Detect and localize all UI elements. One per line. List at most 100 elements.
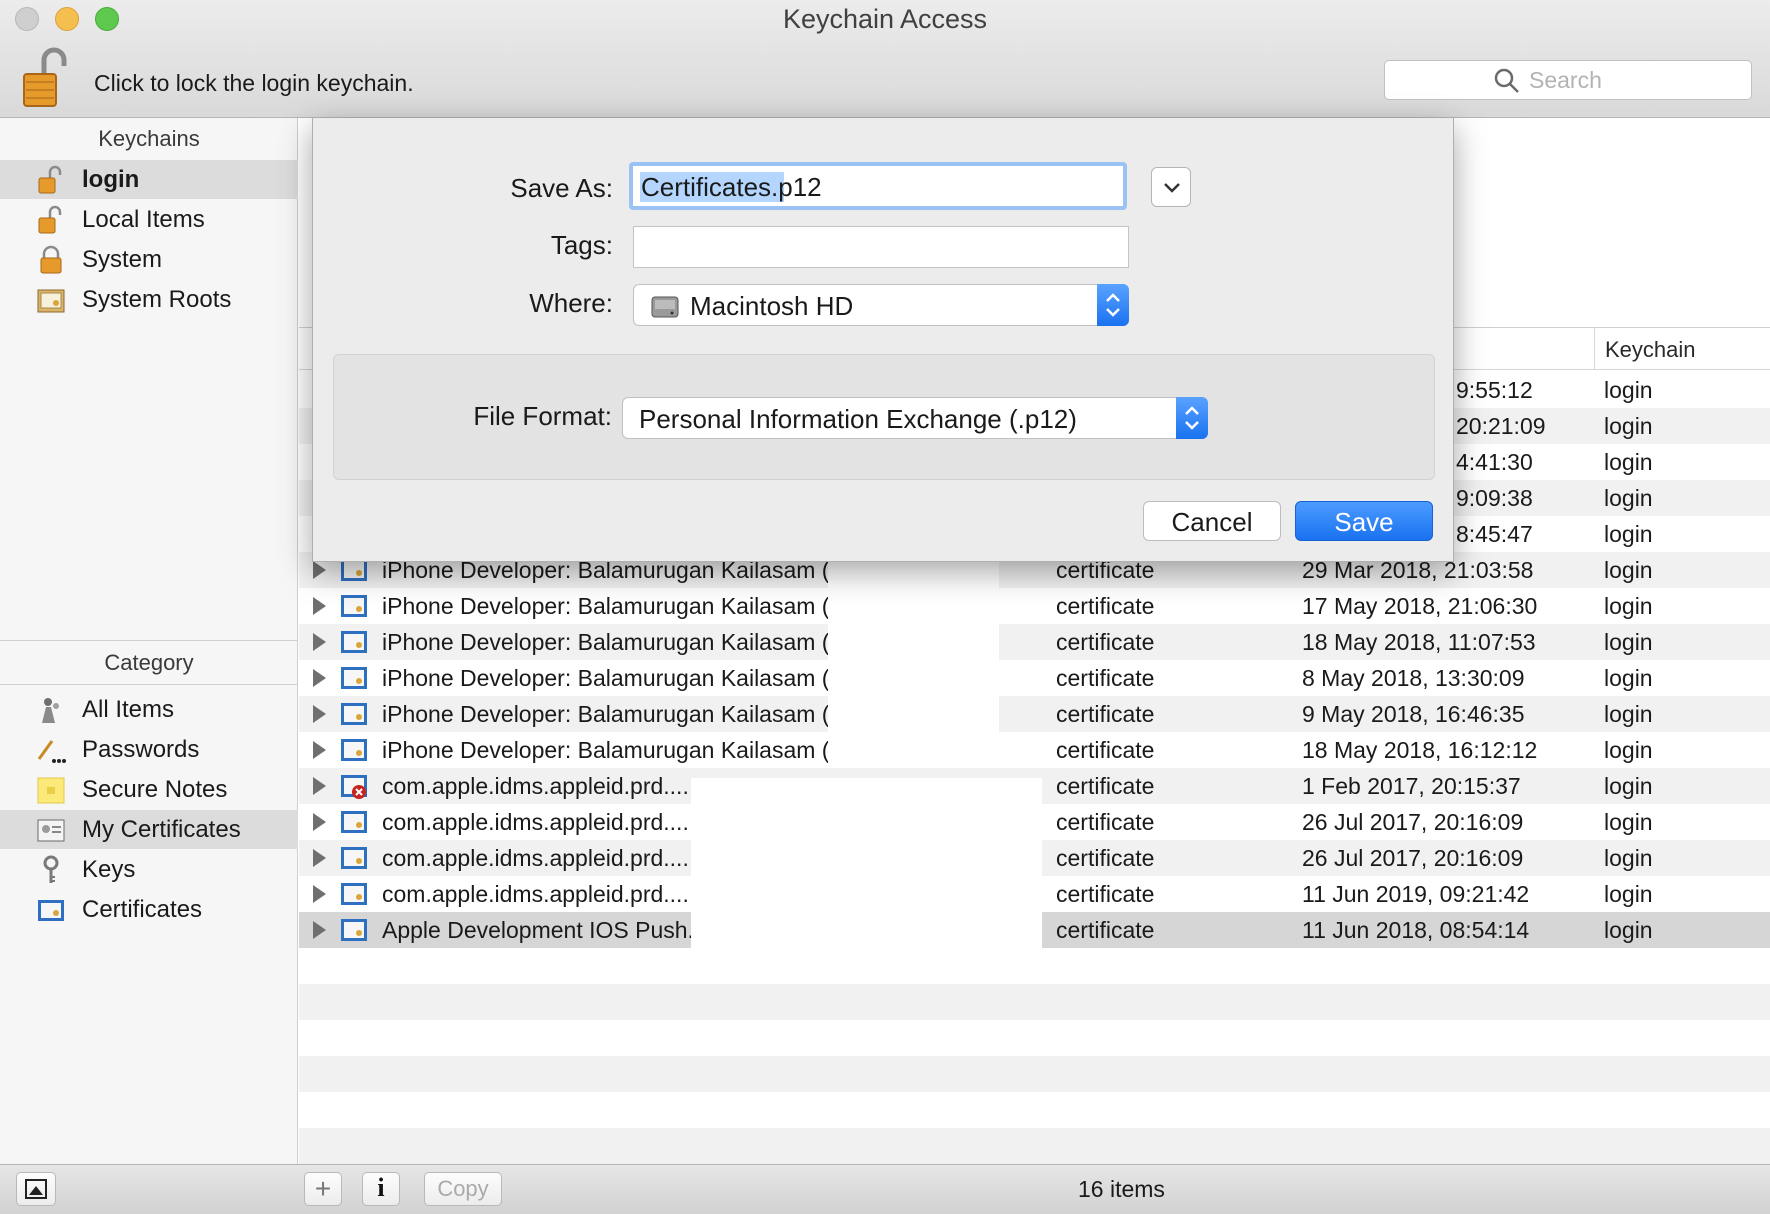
row-keychain: login: [1604, 665, 1653, 691]
row-keychain: login: [1604, 701, 1653, 727]
sidebar-item-label: System: [82, 246, 163, 273]
row-keychain: login: [1604, 629, 1653, 655]
tags-field[interactable]: [633, 226, 1129, 268]
id-certificate-icon: [37, 819, 65, 842]
search-icon: [1494, 68, 1519, 93]
sidebar-item-system[interactable]: System: [0, 240, 298, 279]
chevron-down-icon: [1164, 183, 1180, 193]
certificate-icon: [38, 900, 64, 921]
disclosure-triangle-icon[interactable]: [313, 921, 326, 939]
unlocked-padlock-icon: [38, 205, 62, 234]
sidebar-item-label: Secure Notes: [82, 776, 228, 803]
disclosure-triangle-icon[interactable]: [313, 741, 326, 759]
certificate-icon: [341, 667, 367, 689]
row-name: com.apple.idms.appleid.prd....: [382, 881, 689, 907]
table-row[interactable]: iPhone Developer: Balamurugan Kailasam (…: [299, 588, 1770, 624]
disclosure-triangle-icon[interactable]: [313, 777, 326, 795]
cancel-button[interactable]: Cancel: [1143, 501, 1281, 541]
row-date: 1 Feb 2017, 20:15:37: [1302, 773, 1521, 799]
row-keychain: login: [1604, 809, 1653, 835]
status-bar: + i Copy 16 items: [0, 1164, 1770, 1214]
table-row[interactable]: iPhone Developer: Balamurugan Kailasam (…: [299, 732, 1770, 768]
sidebar-item-local-items[interactable]: Local Items: [0, 200, 298, 239]
row-keychain: login: [1604, 881, 1653, 907]
invalid-certificate-icon: [341, 775, 367, 799]
show-keychains-button[interactable]: [16, 1172, 56, 1206]
sidebar-item-login[interactable]: login: [0, 160, 298, 199]
disclosure-triangle-icon[interactable]: [313, 633, 326, 651]
sidebar: Keychains login Local Items System Syste…: [0, 118, 298, 1164]
row-kind: certificate: [1056, 665, 1155, 691]
certificate-icon: [341, 919, 367, 941]
row-keychain: login: [1604, 773, 1653, 799]
disclosure-triangle-icon[interactable]: [313, 669, 326, 687]
table-row[interactable]: iPhone Developer: Balamurugan Kailasam (…: [299, 660, 1770, 696]
disclosure-triangle-icon[interactable]: [313, 813, 326, 831]
certificate-icon: [341, 631, 367, 653]
where-label: Where:: [529, 288, 613, 318]
key-icon: [43, 855, 59, 883]
file-format-label: File Format:: [473, 401, 612, 431]
empty-row: [299, 984, 1770, 1020]
keychains-header: Keychains: [98, 126, 200, 151]
row-date: 26 Jul 2017, 20:16:09: [1302, 845, 1524, 871]
updown-arrows-icon: [1176, 397, 1208, 439]
add-button-label: +: [314, 1173, 332, 1204]
row-name: com.apple.idms.appleid.prd....: [382, 845, 689, 871]
search-placeholder: Search: [1529, 67, 1602, 93]
save-as-field[interactable]: Certificates.p12: [629, 162, 1127, 210]
row-name: com.apple.idms.appleid.prd....: [382, 809, 689, 835]
row-kind: certificate: [1056, 845, 1155, 871]
info-button[interactable]: i: [362, 1172, 400, 1206]
row-keychain: login: [1604, 485, 1653, 511]
sidebar-item-secure-notes[interactable]: Secure Notes: [0, 770, 298, 809]
sidebar-item-label: login: [82, 166, 140, 193]
table-row[interactable]: iPhone Developer: Balamurugan Kailasam (…: [299, 624, 1770, 660]
table-row[interactable]: iPhone Developer: Balamurugan Kailasam (…: [299, 696, 1770, 732]
row-keychain: login: [1604, 737, 1653, 763]
empty-row: [299, 1056, 1770, 1092]
row-keychain: login: [1604, 413, 1653, 439]
certificate-icon: [341, 739, 367, 761]
row-date: 9 May 2018, 16:46:35: [1302, 701, 1525, 727]
row-date: 17 May 2018, 21:06:30: [1302, 593, 1538, 619]
sidebar-item-label: Certificates: [82, 896, 203, 923]
file-format-group: File Format: Personal Information Exchan…: [333, 354, 1435, 480]
sidebar-item-system-roots[interactable]: System Roots: [0, 280, 298, 319]
hard-drive-icon: [651, 296, 679, 318]
row-name: iPhone Developer: Balamurugan Kailasam (: [382, 665, 830, 691]
row-keychain: login: [1604, 557, 1653, 583]
disclosure-triangle-icon[interactable]: [313, 705, 326, 723]
row-date: 4:41:30: [1456, 449, 1533, 475]
row-date: 11 Jun 2019, 09:21:42: [1302, 881, 1530, 907]
sidebar-item-all-items[interactable]: All Items: [0, 690, 298, 729]
sidebar-item-passwords[interactable]: Passwords: [0, 730, 298, 769]
file-format-popup[interactable]: Personal Information Exchange (.p12): [622, 397, 1208, 439]
sidebar-item-my-certificates[interactable]: My Certificates: [0, 810, 298, 849]
info-button-label: i: [377, 1173, 385, 1202]
row-name: iPhone Developer: Balamurugan Kailasam (: [382, 593, 830, 619]
category-header: Category: [104, 650, 194, 675]
sidebar-item-keys[interactable]: Keys: [0, 850, 298, 889]
row-keychain: login: [1604, 449, 1653, 475]
copy-button[interactable]: Copy: [424, 1172, 502, 1206]
disclosure-triangle-icon[interactable]: [313, 849, 326, 867]
row-date: 9:55:12: [1456, 377, 1533, 403]
empty-row: [299, 1128, 1770, 1164]
save-button[interactable]: Save: [1295, 501, 1433, 541]
disclosure-triangle-icon[interactable]: [313, 597, 326, 615]
sidebar-item-certificates[interactable]: Certificates: [0, 890, 298, 929]
search-field[interactable]: Search: [1384, 60, 1752, 100]
row-date: 9:09:38: [1456, 485, 1533, 511]
column-header-keychain[interactable]: Keychain: [1594, 328, 1696, 370]
row-keychain: login: [1604, 845, 1653, 871]
add-item-button[interactable]: +: [304, 1172, 342, 1206]
row-date: 18 May 2018, 11:07:53: [1302, 629, 1536, 655]
expand-dialog-button[interactable]: [1151, 167, 1191, 207]
sidebar-divider: [0, 684, 298, 685]
row-kind: certificate: [1056, 701, 1155, 727]
lock-keychain-button[interactable]: [20, 46, 74, 108]
disclosure-triangle-icon[interactable]: [313, 885, 326, 903]
disclosure-triangle-icon[interactable]: [313, 561, 326, 579]
where-popup[interactable]: Macintosh HD: [633, 284, 1129, 326]
